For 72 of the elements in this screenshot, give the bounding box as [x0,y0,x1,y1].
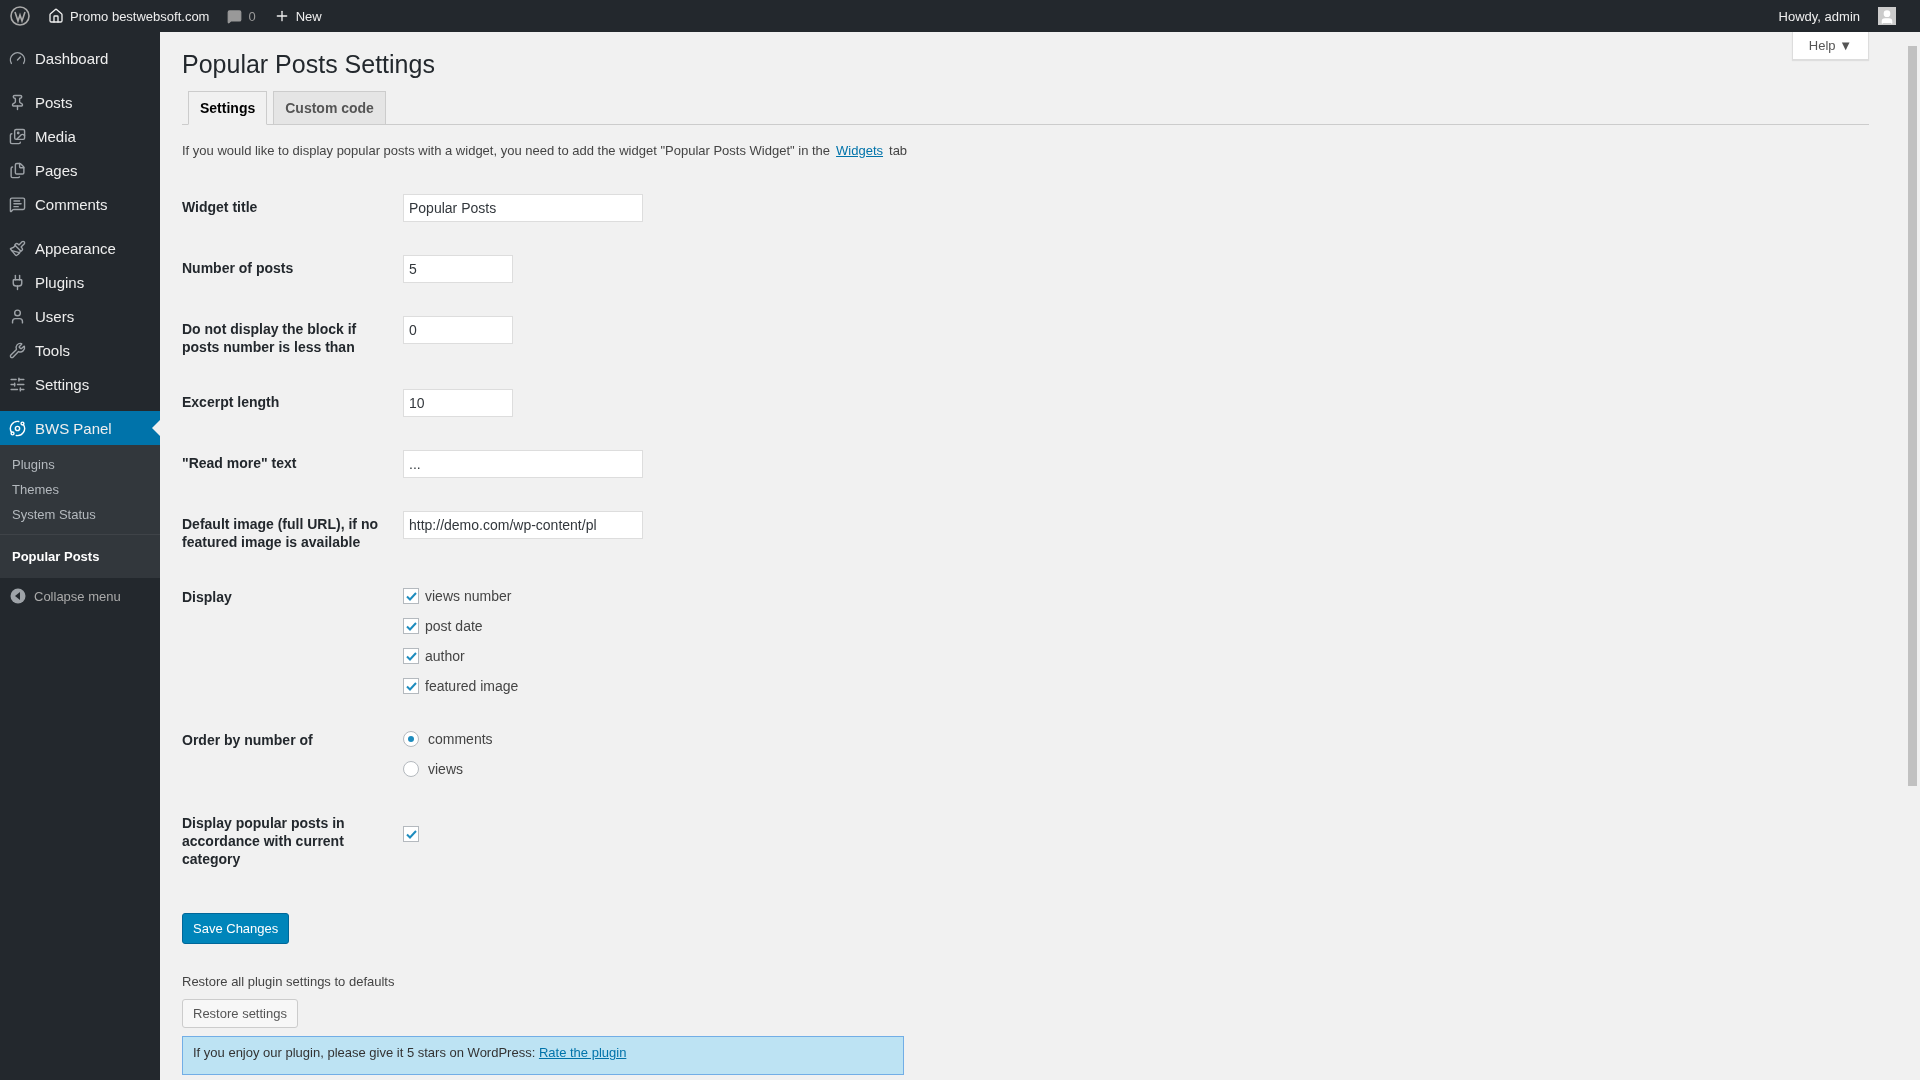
menu-icon [9,93,26,111]
checkbox[interactable] [403,678,419,694]
checkbox[interactable] [403,826,419,842]
wordpress-logo-icon[interactable] [10,6,30,26]
collapse-menu-button[interactable]: Collapse menu [0,578,160,614]
home-icon [48,8,64,24]
radio-button[interactable] [403,761,419,777]
checkbox[interactable] [403,588,419,604]
menu-item[interactable]: BWS Panel [0,411,160,445]
save-changes-button[interactable]: Save Changes [182,913,290,944]
text-field[interactable]: 0 [403,316,513,344]
menu-item[interactable]: Appearance [0,231,160,265]
collapse-icon [10,588,26,604]
field-label: Default image (full URL), if no featured image is available [182,515,379,551]
submenu-item[interactable]: System Status [0,502,160,527]
menu-item[interactable]: Dashboard [0,41,160,75]
field-label: "Read more" text [182,454,298,472]
restore-text: Restore all plugin settings to defaults [182,974,396,989]
menu-icon [9,161,26,179]
option-label: author [425,648,465,664]
menu-icon [9,127,26,145]
tab[interactable]: Custom code [273,91,386,125]
menu-icon [9,419,26,437]
field-label: Do not display the block if posts number is less than [182,320,358,356]
widgets-link[interactable]: Widgets [836,143,884,158]
field-label: Excerpt length [182,393,281,411]
field-label: Order by number of [182,731,314,749]
menu-item[interactable]: Plugins [0,265,160,299]
text-field[interactable]: http://demo.com/wp-content/pl [403,511,643,539]
menu-item[interactable]: Posts [0,85,160,119]
checkbox[interactable] [403,618,419,634]
option-label: featured image [425,678,519,694]
menu-item[interactable]: Media [0,119,160,153]
account-link[interactable]: Howdy, admin [1778,8,1860,24]
text-field[interactable]: ... [403,450,643,478]
option-label: views number [425,588,512,604]
new-link[interactable]: New [273,8,322,24]
field-label: Number of posts [182,259,295,277]
comment-icon [227,8,243,24]
text-field[interactable]: Popular Posts [403,194,643,222]
menu-icon [9,195,26,213]
menu-icon [9,239,26,257]
radio-button[interactable] [403,731,419,747]
submenu-item[interactable]: Themes [0,477,160,502]
text-field[interactable]: 10 [403,389,513,417]
site-link[interactable]: Promo bestwebsoft.com [48,8,210,24]
submenu-item[interactable]: Plugins [0,452,160,477]
field-label: Display popular posts in accordance with current category [182,814,346,868]
option-label: comments [428,731,493,747]
intro-text: If you would like to display popular posts with a widget, you need to add the widget "Popular Posts Widget" in the Widgets tab [182,143,909,158]
menu-icon [9,341,26,359]
checkbox[interactable] [403,648,419,664]
menu-icon [9,307,26,325]
menu-item[interactable]: Comments [0,187,160,221]
menu-item[interactable]: Settings [0,367,160,401]
page-title: Popular Posts Settings [182,50,436,79]
field-label: Widget title [182,198,259,216]
restore-settings-button[interactable]: Restore settings [182,999,298,1028]
menu-icon [9,375,26,393]
option-label: post date [425,618,483,634]
tab[interactable]: Settings [188,91,268,125]
notice-text: If you enjoy our plugin, please give it 5 stars on WordPress: [193,1045,537,1060]
option-label: views [428,761,463,777]
comments-link[interactable]: 0 [227,8,256,24]
menu-item[interactable]: Pages [0,153,160,187]
field-label: Display [182,588,233,606]
help-button[interactable]: Help ▼ [1791,32,1869,60]
menu-icon [9,49,26,67]
menu-item[interactable]: Tools [0,333,160,367]
text-field[interactable]: 5 [403,255,513,283]
rate-link[interactable]: Rate the plugin [538,1045,627,1060]
menu-item[interactable]: Users [0,299,160,333]
